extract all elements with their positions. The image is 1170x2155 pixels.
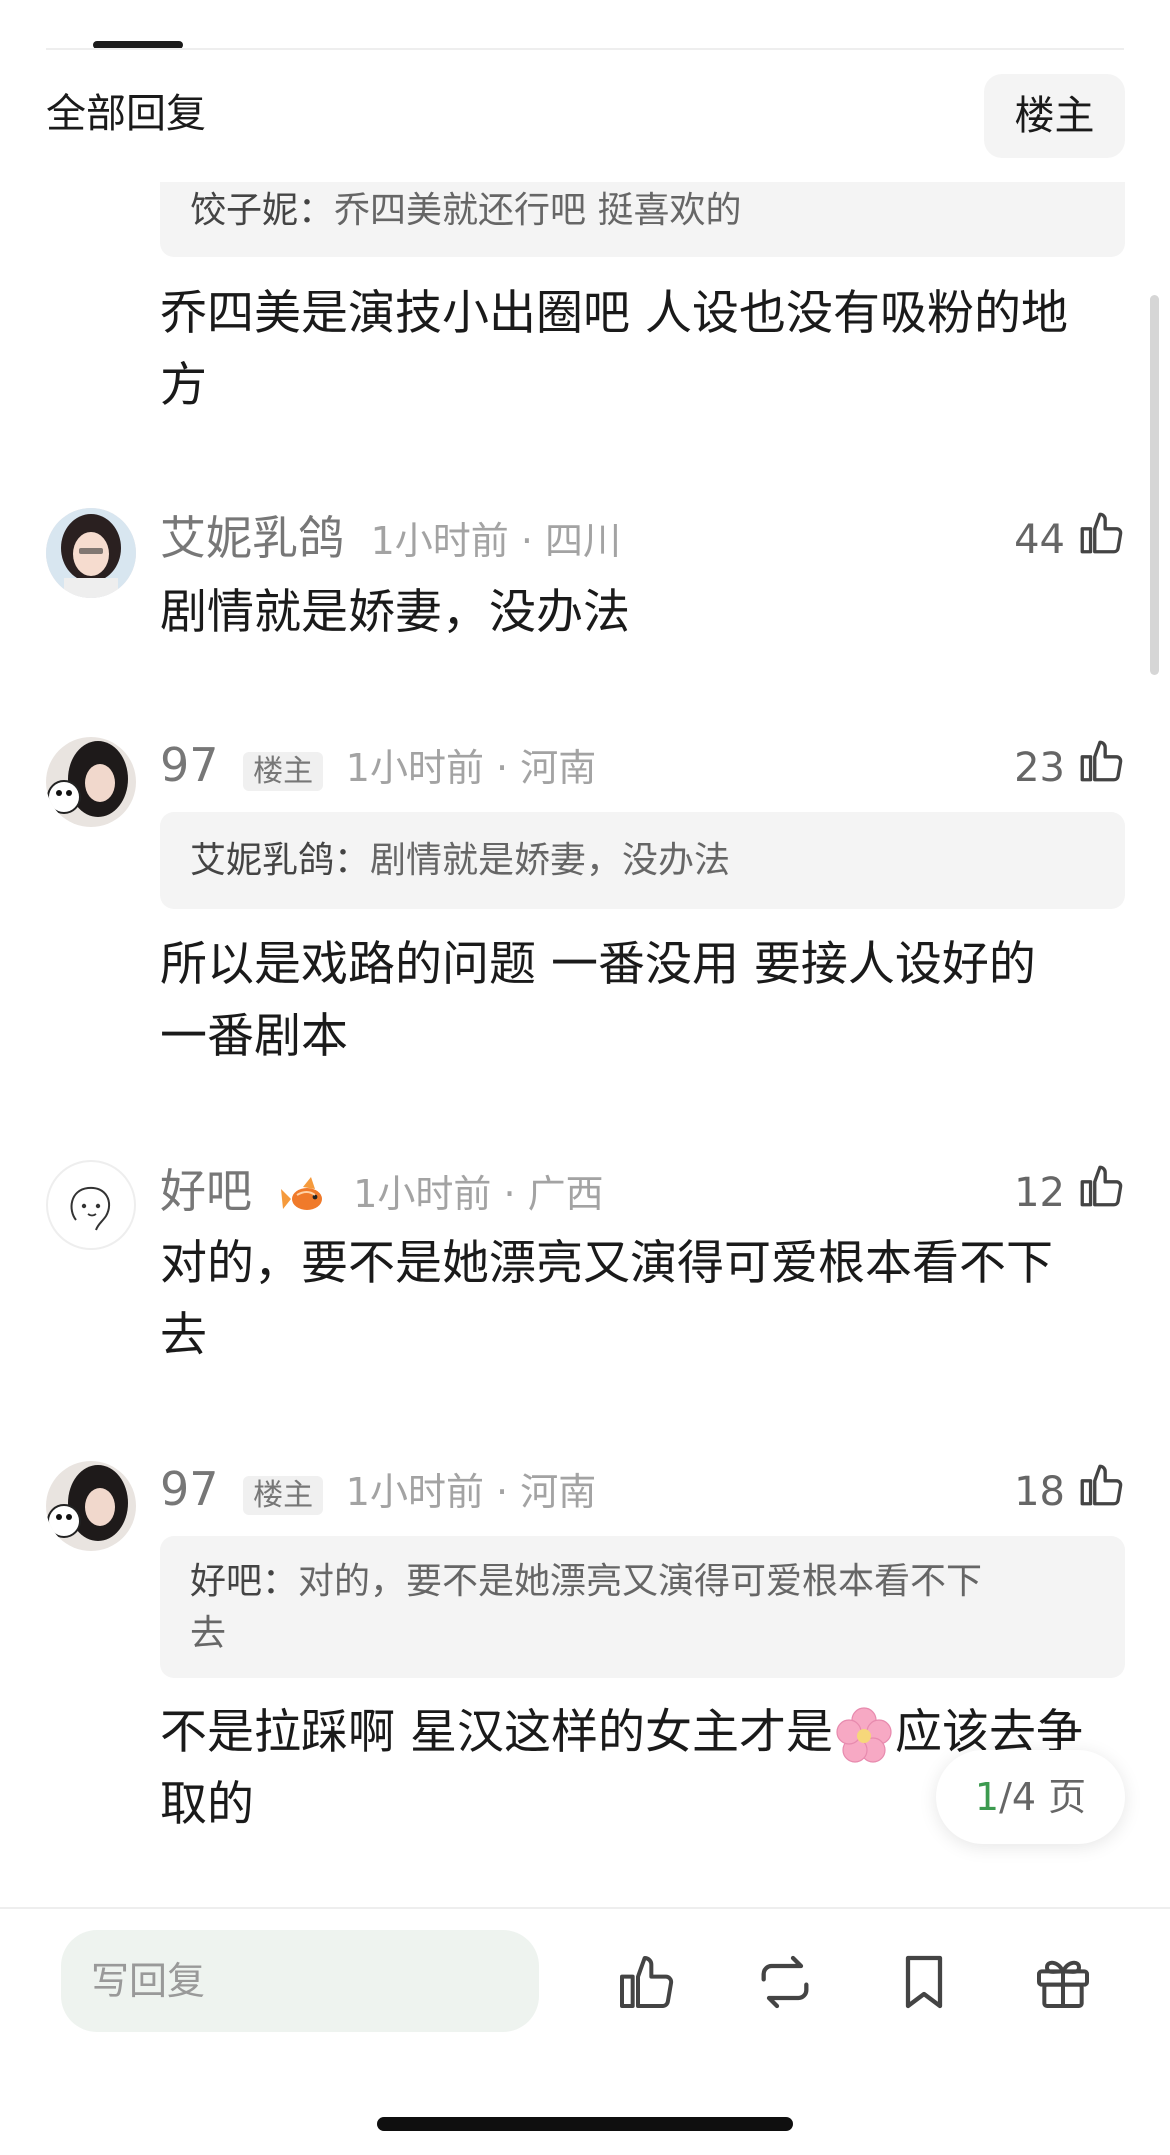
- avatar[interactable]: [46, 737, 136, 827]
- comment-author-row: 好吧 1小时前 · 广西: [160, 1163, 604, 1223]
- comment-body-segment: 不是拉踩啊 星汉这样的女主才是: [160, 1705, 833, 1760]
- bookmark-icon[interactable]: [892, 1950, 956, 2014]
- comment-author-row: 艾妮乳鸽 1小时前 · 四川: [160, 510, 621, 569]
- bottom-bar-divider: [0, 1907, 1170, 1909]
- avatar[interactable]: [46, 1461, 136, 1551]
- thumbs-up-icon[interactable]: [1076, 736, 1126, 786]
- comment-author-row: 97 楼主 1小时前 · 河南: [160, 737, 596, 796]
- avatar[interactable]: [46, 508, 136, 598]
- comment-body: 剧情就是娇妻，没办法: [160, 577, 1130, 649]
- owner-badge: 楼主: [243, 752, 324, 791]
- comment-body-line: 一番剧本: [160, 1009, 348, 1064]
- comment-time-location: 1小时前 · 广西: [353, 1172, 604, 1216]
- quoted-text: 乔四美就还行吧 挺喜欢的: [334, 190, 742, 231]
- quoted-reply: 好吧：对的，要不是她漂亮又演得可爱根本看不下 去: [160, 1536, 1125, 1678]
- comment-time-location: 1小时前 · 河南: [345, 746, 597, 790]
- quoted-text: 剧情就是娇妻，没办法: [370, 840, 731, 881]
- quoted-reply: 艾妮乳鸽：剧情就是娇妻，没办法: [160, 812, 1125, 909]
- comment-body-line: 乔四美是演技小出圈吧 人设也没有吸粉的地: [160, 286, 1068, 341]
- like-count: 12: [1014, 1170, 1065, 1216]
- comment-author-row: 97 楼主 1小时前 · 河南: [160, 1461, 596, 1520]
- comment-body-line: 所以是戏路的问题 一番没用 要接人设好的: [160, 937, 1036, 992]
- quoted-text: 对的，要不是她漂亮又演得可爱根本看不下: [298, 1561, 983, 1602]
- comment-body-line: 剧情就是娇妻，没办法: [160, 585, 630, 640]
- comment-time-location: 1小时前 · 河南: [345, 1470, 597, 1514]
- author-name[interactable]: 97: [160, 1462, 219, 1516]
- cherry-blossom-emoji-icon: [833, 1705, 895, 1767]
- reply-input[interactable]: 写回复: [61, 1930, 539, 2032]
- quoted-reply: 饺子妮：乔四美就还行吧 挺喜欢的: [160, 182, 1125, 257]
- page-total: /4 页: [999, 1775, 1087, 1819]
- author-name[interactable]: 97: [160, 738, 219, 792]
- comment-body-line: 对的，要不是她漂亮又演得可爱根本看不下: [160, 1236, 1053, 1291]
- quoted-author: 饺子妮：: [190, 190, 335, 231]
- quoted-author: 好吧：: [190, 1561, 299, 1602]
- fish-emoji-icon: [277, 1167, 333, 1223]
- quoted-text: 去: [190, 1613, 227, 1654]
- page-indicator[interactable]: 1/4 页: [936, 1750, 1125, 1844]
- thumbs-up-icon[interactable]: [1076, 1460, 1126, 1510]
- like-count: 23: [1014, 745, 1065, 791]
- home-indicator[interactable]: [377, 2117, 793, 2131]
- gift-icon[interactable]: [1031, 1950, 1095, 2014]
- author-name[interactable]: 好吧: [160, 1164, 252, 1218]
- owner-badge: 楼主: [243, 1476, 324, 1515]
- page-current: 1: [974, 1775, 1000, 1819]
- author-name[interactable]: 艾妮乳鸽: [160, 511, 344, 565]
- avatar[interactable]: [46, 1160, 136, 1250]
- thumbs-up-icon[interactable]: [1076, 508, 1126, 558]
- like-count: 18: [1014, 1469, 1065, 1515]
- thumbs-up-icon[interactable]: [1076, 1161, 1126, 1211]
- tab-divider: [46, 48, 1124, 50]
- repost-icon[interactable]: [753, 1950, 817, 2014]
- thumbs-up-icon[interactable]: [614, 1950, 678, 2014]
- like-count: 44: [1014, 517, 1065, 563]
- quoted-author: 艾妮乳鸽：: [190, 840, 371, 881]
- comment-body-line: 去: [160, 1308, 207, 1363]
- comment-body: 乔四美是演技小出圈吧 人设也没有吸粉的地 方: [160, 278, 1130, 422]
- scrollbar[interactable]: [1150, 295, 1159, 675]
- comment-body-line: 方: [160, 358, 207, 413]
- owner-only-filter-button[interactable]: 楼主: [984, 74, 1125, 158]
- comment-body: 所以是戏路的问题 一番没用 要接人设好的 一番剧本: [160, 929, 1130, 1073]
- comment-body: 对的，要不是她漂亮又演得可爱根本看不下 去: [160, 1228, 1130, 1372]
- comment-time-location: 1小时前 · 四川: [370, 519, 622, 563]
- section-title: 全部回复: [46, 91, 206, 137]
